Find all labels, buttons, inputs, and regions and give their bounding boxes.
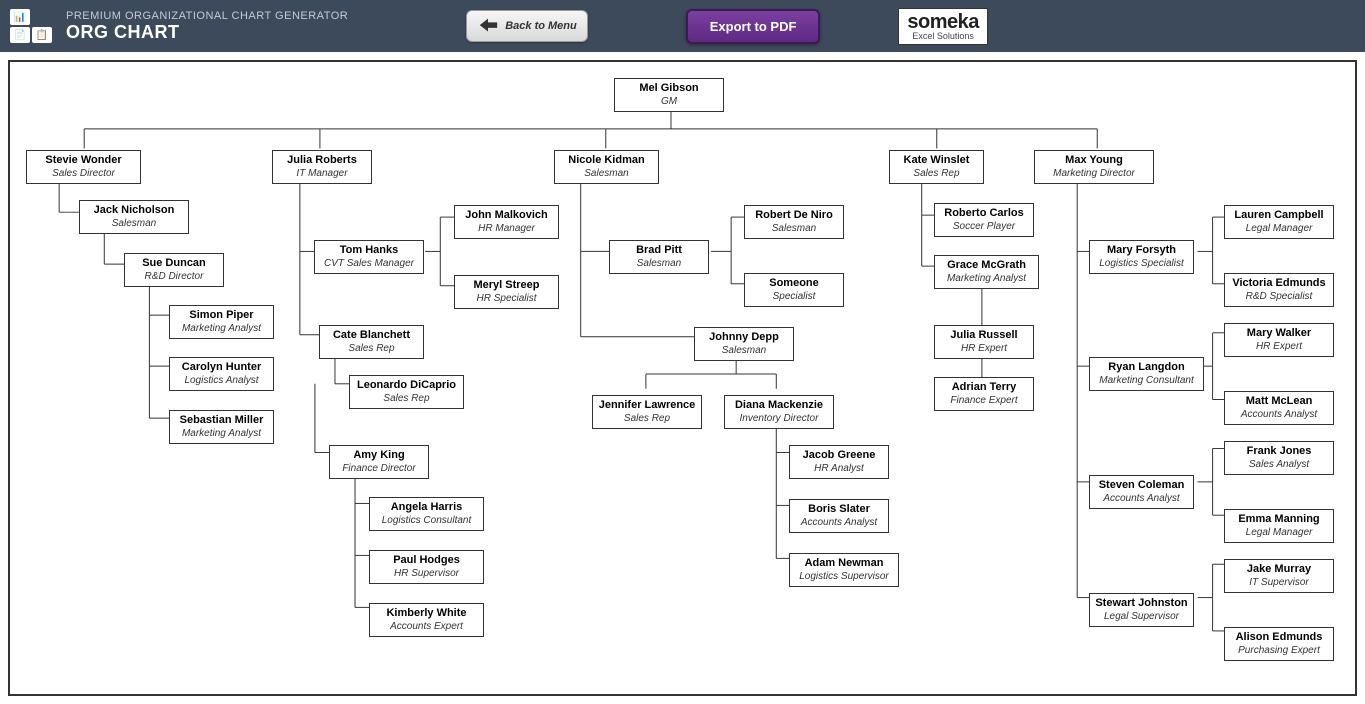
org-node[interactable]: Roberto CarlosSoccer Player: [934, 203, 1034, 237]
org-node[interactable]: Kate WinsletSales Rep: [889, 150, 984, 184]
org-node[interactable]: Robert De NiroSalesman: [744, 205, 844, 239]
doc-icon: 📄: [10, 27, 30, 43]
app-header: 📊 📄 📋 PREMIUM ORGANIZATIONAL CHART GENER…: [0, 0, 1365, 52]
app-subtitle: PREMIUM ORGANIZATIONAL CHART GENERATOR: [66, 10, 348, 22]
org-node[interactable]: Carolyn HunterLogistics Analyst: [169, 357, 274, 391]
org-node[interactable]: Tom HanksCVT Sales Manager: [314, 240, 424, 274]
org-node[interactable]: Simon PiperMarketing Analyst: [169, 305, 274, 339]
org-node[interactable]: Stevie WonderSales Director: [26, 150, 141, 184]
sheet-icon: 📋: [32, 27, 52, 43]
org-node[interactable]: Frank JonesSales Analyst: [1224, 441, 1334, 475]
org-node[interactable]: Victoria EdmundsR&D Specialist: [1224, 273, 1334, 307]
org-node[interactable]: Adrian TerryFinance Expert: [934, 377, 1034, 411]
org-node[interactable]: Johnny DeppSalesman: [694, 327, 794, 361]
org-node[interactable]: Nicole KidmanSalesman: [554, 150, 659, 184]
header-titles: PREMIUM ORGANIZATIONAL CHART GENERATOR O…: [66, 10, 348, 43]
org-node[interactable]: Jacob GreeneHR Analyst: [789, 445, 889, 479]
back-arrow-icon: [477, 15, 499, 37]
org-node[interactable]: Amy KingFinance Director: [329, 445, 429, 479]
logo-subtext: Excel Solutions: [912, 32, 974, 41]
org-node[interactable]: John MalkovichHR Manager: [454, 205, 559, 239]
org-node[interactable]: Matt McLeanAccounts Analyst: [1224, 391, 1334, 425]
logo-text: someka: [907, 12, 979, 32]
org-node-gm[interactable]: Mel GibsonGM: [614, 78, 724, 112]
back-button-label: Back to Menu: [505, 20, 577, 32]
org-node[interactable]: Leonardo DiCaprioSales Rep: [349, 375, 464, 409]
org-node[interactable]: Jennifer LawrenceSales Rep: [592, 395, 702, 429]
someka-logo: someka Excel Solutions: [898, 8, 988, 45]
org-node[interactable]: Mary WalkerHR Expert: [1224, 323, 1334, 357]
org-node[interactable]: Paul HodgesHR Supervisor: [369, 550, 484, 584]
org-node[interactable]: Emma ManningLegal Manager: [1224, 509, 1334, 543]
org-node[interactable]: Brad PittSalesman: [609, 240, 709, 274]
org-node[interactable]: Max YoungMarketing Director: [1034, 150, 1154, 184]
chart-icon: 📊: [10, 9, 30, 25]
org-node[interactable]: Sebastian MillerMarketing Analyst: [169, 410, 274, 444]
org-node[interactable]: Angela HarrisLogistics Consultant: [369, 497, 484, 531]
org-node[interactable]: Sue DuncanR&D Director: [124, 253, 224, 287]
org-node[interactable]: Ryan LangdonMarketing Consultant: [1089, 357, 1204, 391]
org-node[interactable]: Julia RussellHR Expert: [934, 325, 1034, 359]
org-node[interactable]: SomeoneSpecialist: [744, 273, 844, 307]
org-node[interactable]: Meryl StreepHR Specialist: [454, 275, 559, 309]
export-to-pdf-button[interactable]: Export to PDF: [686, 9, 821, 44]
org-node[interactable]: Diana MackenzieInventory Director: [724, 395, 834, 429]
org-node[interactable]: Stewart JohnstonLegal Supervisor: [1089, 593, 1194, 627]
org-chart-canvas: Mel GibsonGM Stevie WonderSales Director…: [14, 70, 1351, 678]
header-icon-group: 📊 📄 📋: [10, 9, 52, 43]
org-node[interactable]: Julia RobertsIT Manager: [272, 150, 372, 184]
org-node[interactable]: Boris SlaterAccounts Analyst: [789, 499, 889, 533]
org-node[interactable]: Jake MurrayIT Supervisor: [1224, 559, 1334, 593]
org-node[interactable]: Lauren CampbellLegal Manager: [1224, 205, 1334, 239]
page-title: ORG CHART: [66, 22, 348, 43]
org-node[interactable]: Jack NicholsonSalesman: [79, 200, 189, 234]
org-chart-container: Mel GibsonGM Stevie WonderSales Director…: [8, 60, 1357, 696]
org-node[interactable]: Steven ColemanAccounts Analyst: [1089, 475, 1194, 509]
org-node[interactable]: Alison EdmundsPurchasing Expert: [1224, 627, 1334, 661]
org-node[interactable]: Adam NewmanLogistics Supervisor: [789, 553, 899, 587]
org-node[interactable]: Kimberly WhiteAccounts Expert: [369, 603, 484, 637]
org-node[interactable]: Mary ForsythLogistics Specialist: [1089, 240, 1194, 274]
org-node[interactable]: Grace McGrathMarketing Analyst: [934, 255, 1039, 289]
export-button-label: Export to PDF: [710, 19, 797, 34]
back-to-menu-button[interactable]: Back to Menu: [466, 10, 588, 42]
org-node[interactable]: Cate BlanchettSales Rep: [319, 325, 424, 359]
